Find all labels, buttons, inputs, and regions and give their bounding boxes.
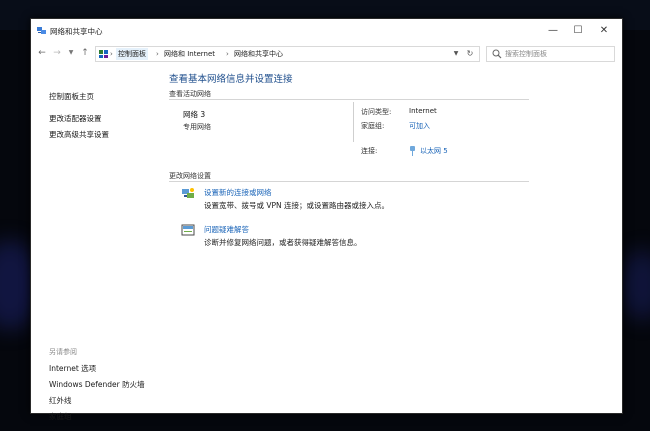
minimize-button[interactable]: —	[540, 22, 566, 40]
forward-button[interactable]: →	[51, 46, 63, 60]
page-title: 查看基本网络信息并设置连接	[169, 74, 293, 85]
sidebar-item-homegroup[interactable]: 家庭组	[49, 411, 72, 422]
network-name: 网络 3	[183, 110, 206, 119]
homegroup-label: 家庭组:	[361, 122, 385, 130]
main-content: 查看基本网络信息并设置连接 查看活动网络 网络 3 专用网络 访问类型: Int…	[159, 65, 622, 413]
setup-new-connection-description: 设置宽带、拨号或 VPN 连接；或设置路由器或接入点。	[204, 201, 390, 210]
access-type-label: 访问类型:	[361, 108, 392, 116]
navigation-bar: ← → ▼ ↑ › 控制面板 › 网络和 Internet › 网络和共享中心 …	[31, 43, 622, 65]
troubleshoot-problems-description: 诊断并修复网络问题，或者获得疑难解答信息。	[204, 238, 362, 247]
desktop-glow-right	[620, 250, 650, 320]
sidebar: 控制面板主页 更改适配器设置 更改高级共享设置 另请参阅 Internet 选项…	[31, 65, 159, 421]
homegroup-join-link[interactable]: 可加入	[409, 121, 430, 131]
ethernet-icon	[410, 146, 415, 156]
sidebar-item-internet-options[interactable]: Internet 选项	[49, 363, 96, 374]
address-bar[interactable]: › 控制面板 › 网络和 Internet › 网络和共享中心 ▼ ↻	[95, 46, 480, 62]
troubleshoot-problems-link[interactable]: 问题疑难解答	[204, 224, 249, 235]
section-divider	[169, 181, 529, 182]
search-placeholder: 搜索控制面板	[505, 50, 547, 58]
close-button[interactable]: ✕	[591, 22, 617, 40]
breadcrumb-separator: ›	[226, 50, 229, 58]
sidebar-item-change-adapter-settings[interactable]: 更改适配器设置	[49, 113, 102, 124]
breadcrumb-network-internet[interactable]: 网络和 Internet	[162, 48, 217, 60]
breadcrumb-separator: ›	[156, 50, 159, 58]
up-button[interactable]: ↑	[79, 46, 91, 60]
search-box[interactable]: 搜索控制面板	[486, 46, 615, 62]
sidebar-item-infrared[interactable]: 红外线	[49, 395, 72, 406]
network-center-icon	[37, 27, 46, 34]
connection-ethernet-link[interactable]: 以太网 5	[420, 146, 448, 156]
access-type-value: Internet	[409, 107, 437, 115]
sidebar-item-control-panel-home[interactable]: 控制面板主页	[49, 91, 94, 102]
active-networks-heading: 查看活动网络	[169, 90, 211, 98]
title-bar: 网络和共享中心 — ☐ ✕	[31, 19, 622, 43]
troubleshoot-icon	[181, 224, 195, 236]
address-dropdown-icon[interactable]: ▼	[451, 47, 461, 61]
sidebar-item-windows-defender-firewall[interactable]: Windows Defender 防火墙	[49, 379, 145, 390]
change-settings-heading: 更改网络设置	[169, 172, 211, 180]
connection-label: 连接:	[361, 147, 378, 155]
sidebar-item-change-sharing-settings[interactable]: 更改高级共享设置	[49, 129, 109, 140]
control-panel-icon	[99, 50, 108, 58]
section-divider	[169, 99, 529, 100]
see-also-heading: 另请参阅	[49, 348, 77, 356]
breadcrumb-network-sharing-center[interactable]: 网络和共享中心	[232, 48, 285, 60]
network-type: 专用网络	[183, 123, 211, 131]
breadcrumb-control-panel[interactable]: 控制面板	[116, 48, 148, 60]
network-divider	[353, 102, 354, 142]
search-icon	[492, 49, 502, 59]
back-button[interactable]: ←	[36, 46, 48, 60]
new-connection-icon	[182, 188, 194, 198]
setup-new-connection-link[interactable]: 设置新的连接或网络	[204, 187, 272, 198]
control-panel-window: 网络和共享中心 — ☐ ✕ ← → ▼ ↑ › 控制面板 › 网络和 Inter…	[30, 18, 623, 421]
recent-locations-button[interactable]: ▼	[65, 46, 77, 60]
breadcrumb-separator: ›	[110, 50, 113, 58]
window-title: 网络和共享中心	[50, 27, 103, 36]
maximize-button[interactable]: ☐	[565, 22, 591, 40]
refresh-icon[interactable]: ↻	[464, 47, 476, 61]
